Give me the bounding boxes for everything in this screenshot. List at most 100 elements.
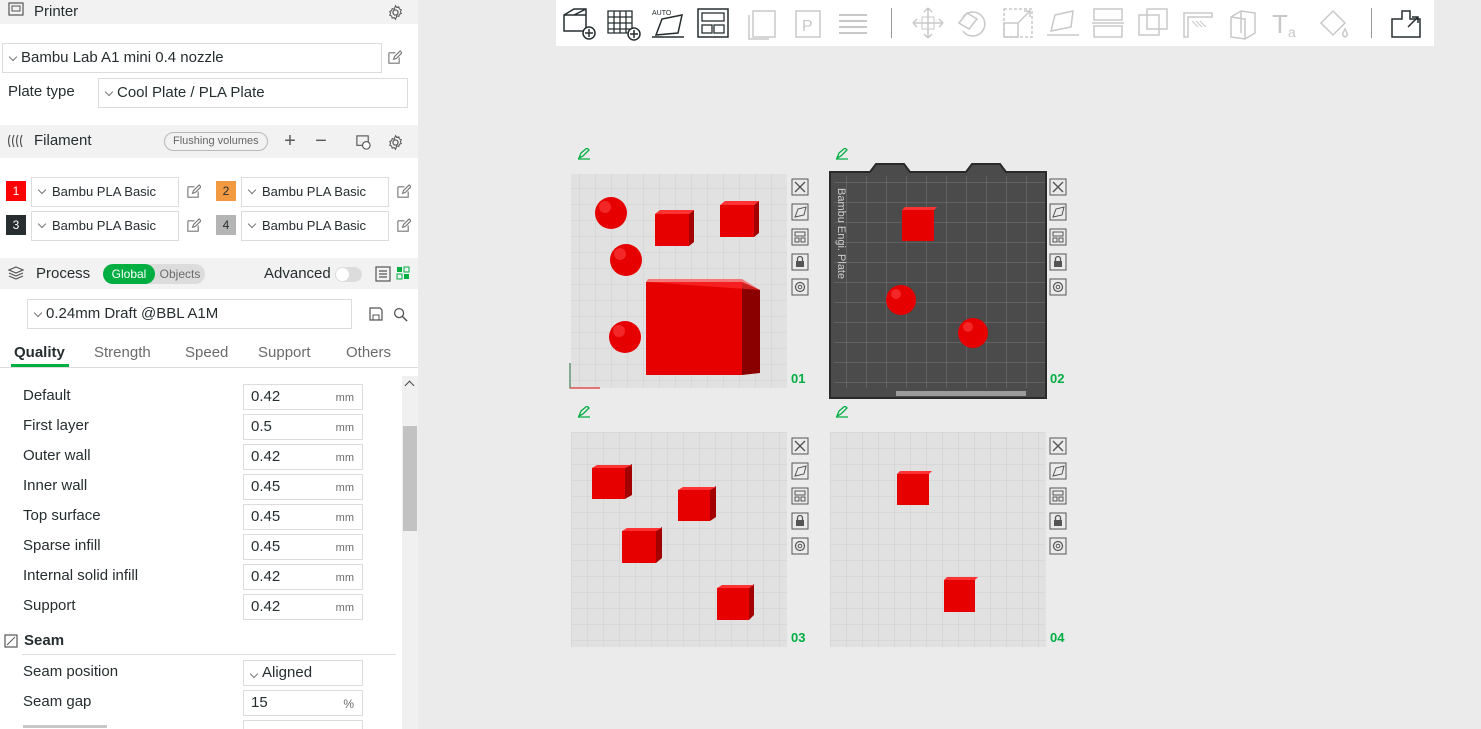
param-field-inner-wall[interactable]: 0.45 mm [243,474,363,500]
plate-01-arrange-plate-icon[interactable] [791,228,809,246]
plate-02-auto-orient-plate-icon[interactable] [1049,203,1067,221]
param-field-internal-solid-infill[interactable]: 0.42 mm [243,564,363,590]
plate-04-lock-plate-icon[interactable] [1049,512,1067,530]
objects-toggle-button[interactable]: Objects [156,264,204,284]
plate-04-edit-name-icon[interactable] [835,406,849,418]
filament-slot-4-edit-icon[interactable] [395,217,411,233]
plate-02-plate-settings-gear-icon[interactable] [1049,278,1067,296]
plate-04-remove-plate-icon[interactable] [1049,437,1067,455]
filament-slot-1-combo[interactable]: Bambu PLA Basic [31,177,179,207]
filament-slot-3-edit-icon[interactable] [185,217,201,233]
param-field-cut[interactable] [243,720,363,729]
param-label: Sparse infill [23,537,101,554]
filament-slot-4-combo[interactable]: Bambu PLA Basic [241,211,389,241]
filament-slot-3-combo[interactable]: Bambu PLA Basic [31,211,179,241]
copy-icon[interactable] [745,5,781,41]
scrollbar-thumb[interactable] [403,426,417,531]
move-icon[interactable] [910,5,946,41]
filament-slot-3-badge[interactable]: 3 [6,215,26,235]
global-toggle-button[interactable]: Global [103,264,155,284]
printer-settings-gear-icon[interactable] [386,3,404,21]
sync-filament-icon[interactable] [354,133,372,151]
plate-03-auto-orient-plate-icon[interactable] [791,462,809,480]
scale-icon[interactable] [1000,5,1036,41]
param-field-seam-gap[interactable]: 15% [243,690,363,716]
arrange-icon[interactable] [695,5,731,41]
support-paint-icon[interactable] [1180,5,1216,41]
plate-04-auto-orient-plate-icon[interactable] [1049,462,1067,480]
param-field-default[interactable]: 0.42 mm [243,384,363,410]
plate-03-arrange-plate-icon[interactable] [791,487,809,505]
plate-01-bed[interactable] [563,172,789,390]
plate-01-remove-plate-icon[interactable] [791,178,809,196]
text-icon[interactable]: Ta [1270,5,1306,41]
filament-slot-4-badge[interactable]: 4 [216,215,236,235]
save-preset-icon[interactable] [368,306,384,322]
plate-03-bed[interactable] [571,432,788,648]
filament-slot-2-badge[interactable]: 2 [216,181,236,201]
plate-01-auto-orient-plate-icon[interactable] [791,203,809,221]
search-icon[interactable] [392,306,408,322]
plate-04-plate-settings-gear-icon[interactable] [1049,537,1067,555]
add-object-icon[interactable] [560,5,596,41]
plate-02-remove-plate-icon[interactable] [1049,178,1067,196]
tab-speed[interactable]: Speed [185,344,228,361]
filament-slot-1-edit-icon[interactable] [185,183,201,199]
scroll-up-arrow-icon[interactable] [404,380,415,391]
process-preset-combo[interactable]: 0.24mm Draft @BBL A1M [27,299,352,329]
seam-position-combo[interactable]: Aligned [243,660,363,686]
assembly-view-icon[interactable] [1388,5,1424,41]
param-field-sparse-infill[interactable]: 0.45 mm [243,534,363,560]
boolean-icon[interactable] [1135,5,1171,41]
layers-icon[interactable] [835,5,871,41]
filament-slot-1-badge[interactable]: 1 [6,181,26,201]
printer-preset-combo[interactable]: Bambu Lab A1 mini 0.4 nozzle [2,43,382,73]
plate-04-bed[interactable] [830,432,1047,648]
paste-icon[interactable]: P [790,5,826,41]
advanced-switch[interactable] [335,267,362,282]
flushing-volumes-button[interactable]: Flushing volumes [164,132,268,151]
plate-01-plate-settings-gear-icon[interactable] [791,278,809,296]
plate-02-lock-plate-icon[interactable] [1049,253,1067,271]
plate-01-lock-plate-icon[interactable] [791,253,809,271]
tab-quality[interactable]: Quality [14,344,65,361]
plate-02-edit-name-icon[interactable] [835,148,849,160]
add-filament-icon[interactable]: + [281,130,299,152]
param-field-first-layer[interactable]: 0.5 mm [243,414,363,440]
filament-settings-gear-icon[interactable] [386,133,404,151]
process-list-icon[interactable] [375,266,391,282]
param-field-outer-wall[interactable]: 0.42 mm [243,444,363,470]
plate-03-remove-plate-icon[interactable] [791,437,809,455]
plate-01-object-cube [655,210,694,246]
plate-02-bed[interactable]: Bambu Engi. Plate [826,162,1049,401]
filament-slot-2-edit-icon[interactable] [395,183,411,199]
plate-02-arrange-plate-icon[interactable] [1049,228,1067,246]
cut-icon[interactable] [1090,5,1126,41]
color-paint-icon[interactable] [1315,5,1351,41]
param-label: Seam gap [23,693,92,710]
plate-03-lock-plate-icon[interactable] [791,512,809,530]
param-field-top-surface[interactable]: 0.45 mm [243,504,363,530]
rotate-icon[interactable] [955,5,991,41]
plate-03-plate-settings-gear-icon[interactable] [791,537,809,555]
filament-slot-2-combo[interactable]: Bambu PLA Basic [241,177,389,207]
param-label-cut [23,722,107,729]
param-field-support[interactable]: 0.42 mm [243,594,363,620]
params-scrollbar[interactable] [402,376,418,729]
tab-strength[interactable]: Strength [94,344,151,361]
lay-on-face-icon[interactable] [1045,5,1081,41]
tab-support[interactable]: Support [258,344,311,361]
plate-03-edit-name-icon[interactable] [577,406,591,418]
plate-01-edit-name-icon[interactable] [577,148,591,160]
add-plate-icon[interactable] [605,5,641,41]
param-label: First layer [23,417,89,434]
seam-paint-icon[interactable] [1225,5,1261,41]
tab-others[interactable]: Others [346,344,391,361]
remove-filament-icon[interactable]: − [312,130,330,152]
printer-edit-icon[interactable] [386,49,402,65]
plate-type-combo[interactable]: Cool Plate / PLA Plate [98,78,408,108]
plate-01-name: 01 [791,371,806,386]
plate-04-arrange-plate-icon[interactable] [1049,487,1067,505]
auto-orient-icon[interactable]: AUTO [650,5,686,41]
process-compare-icon[interactable] [396,266,410,280]
